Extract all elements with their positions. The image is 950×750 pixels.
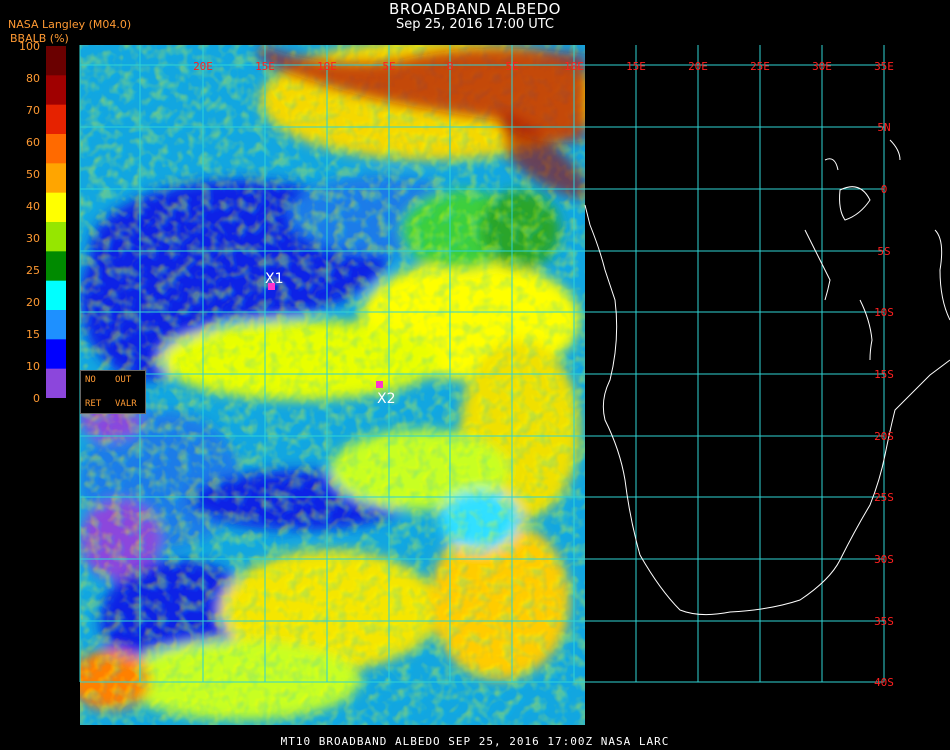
key-ret: RET xyxy=(85,399,102,409)
legend-keybox: NO OUT RET VALR xyxy=(80,370,146,414)
longitude-label: 25E xyxy=(750,60,770,73)
latitude-label: 5S xyxy=(877,245,890,258)
key-no: NO xyxy=(85,375,96,385)
latitude-label: 40S xyxy=(874,676,894,689)
key-valr: VALR xyxy=(115,399,137,409)
satellite-image xyxy=(80,45,585,725)
longitude-label: 20E xyxy=(193,60,213,73)
longitude-label: 10E xyxy=(564,60,584,73)
latitude-label: 0 xyxy=(881,183,888,196)
longitude-label: 5E xyxy=(505,60,518,73)
key-out: OUT xyxy=(115,375,132,385)
marker-x1-label: X1 xyxy=(265,271,284,287)
longitude-label: 10E xyxy=(317,60,337,73)
longitude-label: 5E xyxy=(382,60,395,73)
latitude-label: 30S xyxy=(874,553,894,566)
longitude-label: 0 xyxy=(447,60,454,73)
longitude-label: 15E xyxy=(255,60,275,73)
latitude-label: 15S xyxy=(874,368,894,381)
marker-x2-label: X2 xyxy=(377,391,396,407)
latitude-label: 35S xyxy=(874,615,894,628)
latitude-label: 25S xyxy=(874,491,894,504)
longitude-label: 15E xyxy=(626,60,646,73)
longitude-label: 20E xyxy=(688,60,708,73)
footer-caption: MT10 BROADBAND ALBEDO SEP 25, 2016 17:00… xyxy=(280,735,670,748)
longitude-label: 30E xyxy=(812,60,832,73)
africa-coastline xyxy=(584,139,950,616)
latitude-label: 20S xyxy=(874,430,894,443)
latitude-label: 10S xyxy=(874,306,894,319)
longitude-label: 35E xyxy=(874,60,894,73)
latitude-label: 5N xyxy=(877,121,890,134)
